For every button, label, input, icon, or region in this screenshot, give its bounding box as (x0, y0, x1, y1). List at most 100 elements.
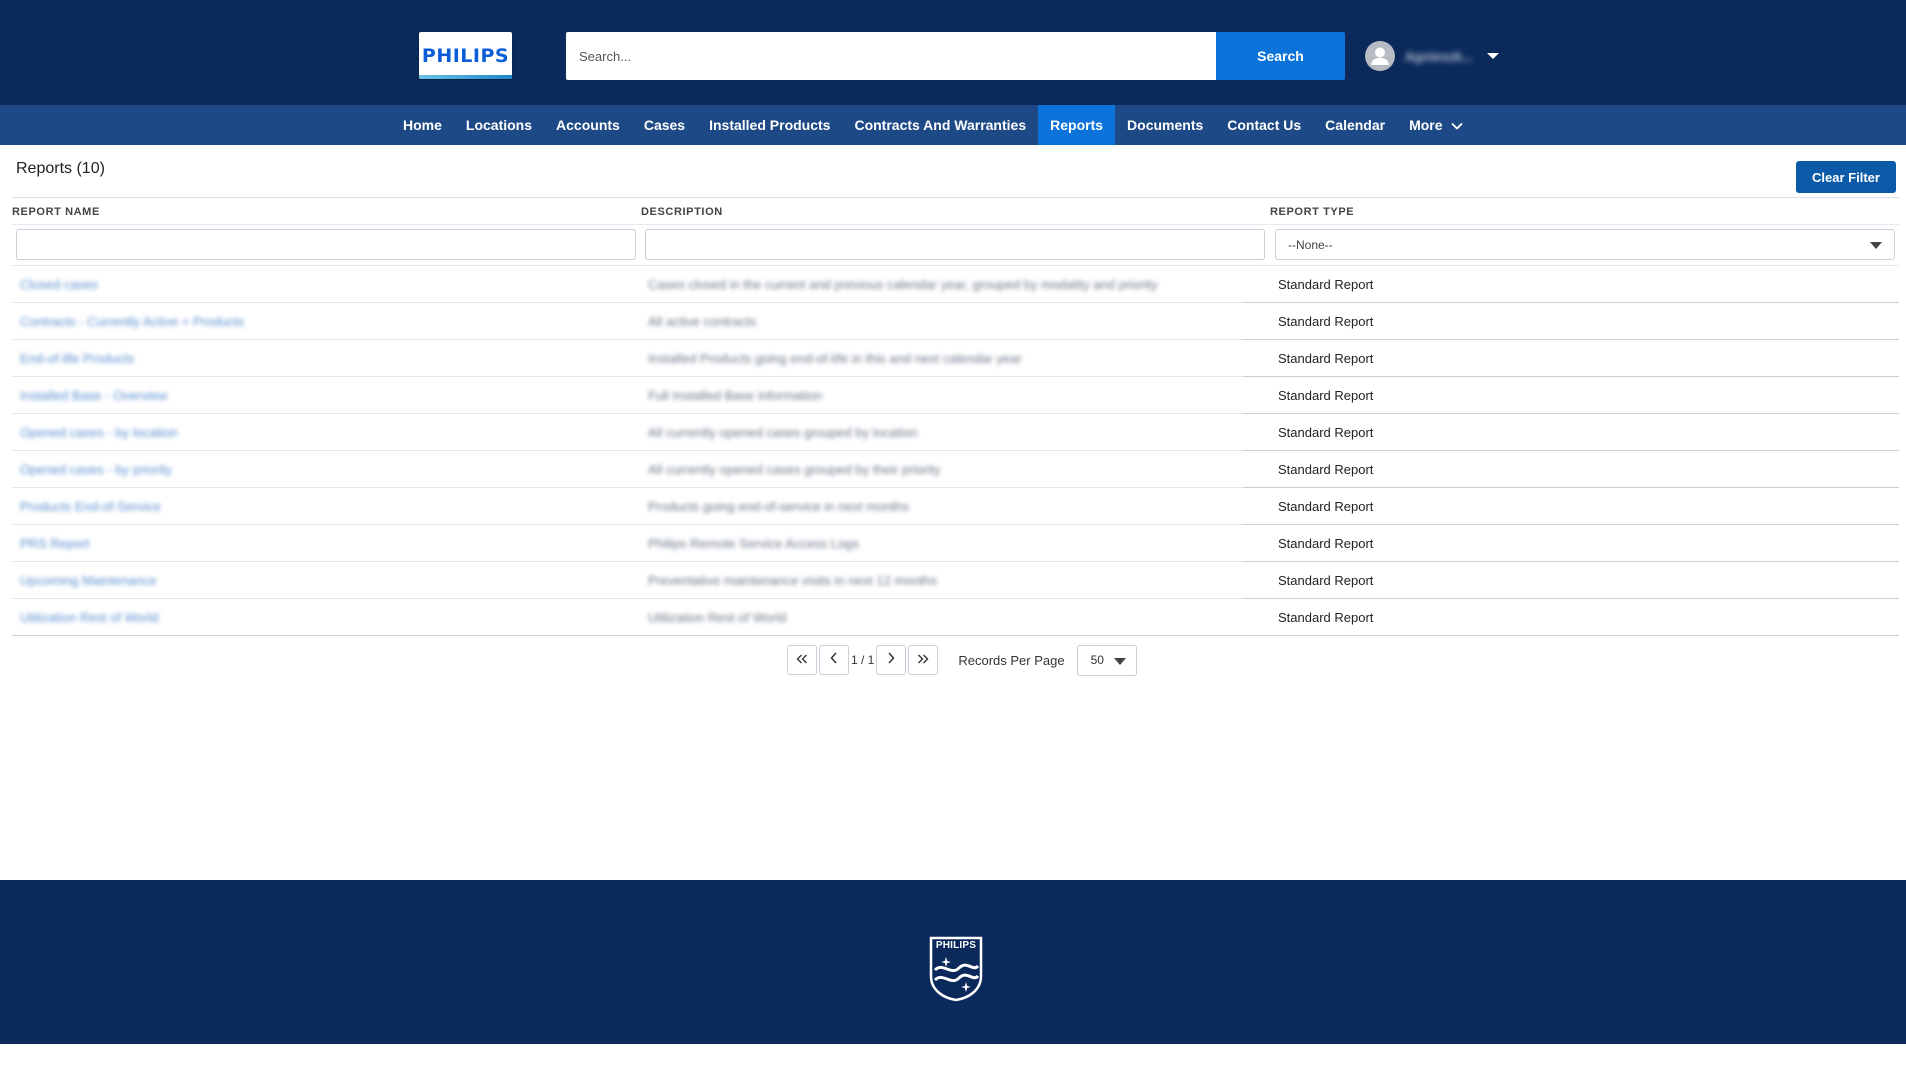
nav-home[interactable]: Home (391, 105, 454, 145)
double-chevron-right-icon (917, 651, 929, 669)
table-row: Utilization Rest of World Utilization Re… (12, 598, 1899, 635)
next-page-button[interactable] (876, 645, 907, 675)
table-row: Products End-of-Service Products going e… (12, 487, 1899, 524)
report-description: Utilization Rest of World (648, 610, 787, 625)
user-menu[interactable]: Agnieszk... (1365, 40, 1499, 72)
report-type: Standard Report (1278, 536, 1374, 551)
search-input[interactable] (566, 32, 1216, 80)
caret-down-icon (1486, 53, 1499, 59)
table-row: Upcoming Maintenance Preventative mainte… (12, 561, 1899, 598)
column-header-report-type[interactable]: REPORT TYPE (1270, 206, 1354, 218)
user-name: Agnieszk... (1405, 48, 1473, 64)
double-chevron-left-icon (796, 651, 808, 669)
previous-page-button[interactable] (819, 645, 849, 675)
table-row: PRS Report Philips Remote Service Access… (12, 524, 1899, 561)
nav-more[interactable]: More (1397, 105, 1474, 145)
report-name-link[interactable]: PRS Report (20, 536, 89, 551)
caret-down-icon (1113, 657, 1126, 665)
report-name-link[interactable]: Utilization Rest of World (20, 610, 158, 625)
nav-accounts[interactable]: Accounts (544, 105, 632, 145)
chevron-right-icon (887, 651, 895, 669)
footer: PHILIPS (0, 880, 1906, 1044)
last-page-button[interactable] (908, 645, 939, 675)
nav-calendar[interactable]: Calendar (1313, 105, 1397, 145)
divider (1243, 339, 1899, 340)
nav-label: Documents (1127, 117, 1204, 133)
divider (1243, 376, 1899, 377)
main-nav: Home Locations Accounts Cases Installed … (0, 105, 1906, 145)
report-description: All active contracts (648, 314, 757, 329)
nav-label: Contact Us (1227, 117, 1302, 133)
filter-row: --None-- (12, 224, 1899, 265)
nav-contracts-and-warranties[interactable]: Contracts And Warranties (842, 105, 1038, 145)
selected-value: 50 (1090, 653, 1104, 667)
page-title: Reports (10) (16, 160, 105, 177)
column-header-report-name[interactable]: REPORT NAME (12, 206, 100, 218)
report-name-link[interactable]: Installed Base - Overview (20, 388, 167, 403)
report-description: Full Installed Base information (648, 388, 823, 403)
chevron-left-icon (830, 651, 838, 669)
top-header: PHILIPS Search Agnieszk... (0, 0, 1906, 105)
nav-label: Installed Products (709, 117, 831, 133)
report-type: Standard Report (1278, 277, 1374, 292)
report-type: Standard Report (1278, 425, 1374, 440)
footer-brand-text: PHILIPS (935, 940, 977, 951)
philips-logo[interactable]: PHILIPS (419, 32, 512, 79)
report-name-link[interactable]: Upcoming Maintenance (20, 573, 157, 588)
philips-shield-icon: PHILIPS (929, 936, 983, 1007)
table-row: Closed cases Cases closed in the current… (12, 265, 1899, 302)
divider (1243, 450, 1899, 451)
nav-label: Locations (465, 117, 533, 133)
report-name-link[interactable]: Contracts - Currently Active + Products (20, 314, 244, 329)
logo-text: PHILIPS (421, 44, 510, 67)
table-body: Closed cases Cases closed in the current… (12, 265, 1899, 635)
nav-cases[interactable]: Cases (632, 105, 697, 145)
selected-value: --None-- (1288, 237, 1333, 252)
table-row: Opened cases - by location All currently… (12, 413, 1899, 450)
pagination: 1 / 1 Records Per Page 50 (787, 644, 1137, 676)
table-row: Opened cases - by priority All currently… (12, 450, 1899, 487)
nav-locations[interactable]: Locations (454, 105, 544, 145)
report-name-link[interactable]: End-of-life Products (20, 351, 134, 366)
column-header-description[interactable]: DESCRIPTION (641, 206, 723, 218)
report-description: Preventative maintenance visits in next … (648, 573, 938, 588)
records-per-page-select[interactable]: 50 (1076, 644, 1137, 676)
report-name-filter-input[interactable] (16, 229, 636, 260)
nav-reports[interactable]: Reports (1038, 105, 1116, 145)
report-name-link[interactable]: Opened cases - by location (20, 425, 178, 440)
report-name-link[interactable]: Opened cases - by priority (20, 462, 172, 477)
nav-contact-us[interactable]: Contact Us (1215, 105, 1313, 145)
report-description: Products going end-of-service in next mo… (648, 499, 909, 514)
nav-items: Home Locations Accounts Cases Installed … (391, 105, 1475, 145)
nav-documents[interactable]: Documents (1115, 105, 1215, 145)
divider (12, 635, 1899, 636)
report-name-link[interactable]: Products End-of-Service (20, 499, 161, 514)
divider (1243, 524, 1899, 525)
report-type: Standard Report (1278, 573, 1374, 588)
page-indicator: 1 / 1 (851, 653, 875, 667)
report-type: Standard Report (1278, 388, 1374, 403)
report-type: Standard Report (1278, 351, 1374, 366)
caret-down-icon (1870, 242, 1882, 249)
report-description: All currently opened cases grouped by lo… (648, 425, 918, 440)
divider (1243, 413, 1899, 414)
table-row: End-of-life Products Installed Products … (12, 339, 1899, 376)
chevron-down-icon (1450, 117, 1463, 133)
nav-label: Home (403, 117, 442, 133)
records-per-page-label: Records Per Page (958, 652, 1065, 668)
description-filter-input[interactable] (645, 229, 1265, 260)
report-description: Philips Remote Service Access Logs (648, 536, 859, 551)
report-name-link[interactable]: Closed cases (20, 277, 98, 292)
nav-label: More (1409, 117, 1443, 133)
divider (1243, 487, 1899, 488)
divider (1243, 598, 1899, 599)
nav-installed-products[interactable]: Installed Products (697, 105, 842, 145)
first-page-button[interactable] (787, 645, 817, 675)
column-headers: REPORT NAME DESCRIPTION REPORT TYPE (12, 198, 1899, 224)
table-row: Contracts - Currently Active + Products … (12, 302, 1899, 339)
table-row: Installed Base - Overview Full Installed… (12, 376, 1899, 413)
search-button[interactable]: Search (1216, 32, 1345, 80)
nav-label: Reports (1050, 117, 1104, 133)
clear-filter-button[interactable]: Clear Filter (1796, 161, 1896, 193)
report-type-filter-select[interactable]: --None-- (1275, 229, 1895, 260)
